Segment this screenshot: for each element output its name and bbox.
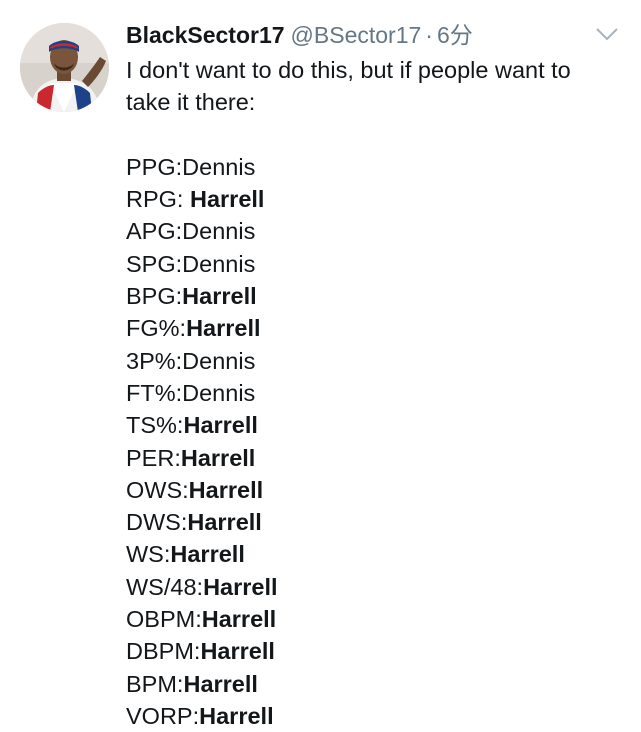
stat-line: BPM:Harrell xyxy=(126,668,621,700)
stat-line: BPG:Harrell xyxy=(126,280,621,312)
stat-value: Harrell xyxy=(183,412,258,439)
stat-line: SPG:Dennis xyxy=(126,248,621,280)
stat-value: Harrell xyxy=(182,283,257,310)
stat-value: Dennis xyxy=(182,218,256,245)
tweet: BlackSector17 @BSector17 · 6分 I don't want … xyxy=(0,0,641,729)
stat-value: Dennis xyxy=(182,153,256,180)
stat-line: WS:Harrell xyxy=(126,538,621,570)
stat-value: Dennis xyxy=(182,250,256,277)
tweet-header: BlackSector17 @BSector17 · 6分 xyxy=(126,20,473,50)
stat-line: PER:Harrell xyxy=(126,442,621,474)
stat-label: SPG: xyxy=(126,250,183,277)
stat-value: Harrell xyxy=(189,186,265,213)
user-handle[interactable]: @BSector17 xyxy=(291,22,422,48)
stat-label: FT%: xyxy=(126,379,183,406)
stat-line: OWS:Harrell xyxy=(126,474,621,506)
stat-label: PPG: xyxy=(126,153,183,180)
stat-label: BPM: xyxy=(126,670,184,697)
stat-line: VORP:Harrell xyxy=(126,700,621,732)
avatar[interactable] xyxy=(20,23,109,112)
stat-line: PPG:Dennis xyxy=(126,151,621,183)
more-options-button[interactable] xyxy=(595,26,619,42)
stat-value: Harrell xyxy=(188,476,264,503)
stat-label: WS/48: xyxy=(126,573,204,600)
stat-value: Harrell xyxy=(170,541,245,568)
stat-line: DBPM:Harrell xyxy=(126,635,621,667)
stat-value: Dennis xyxy=(182,347,256,374)
stat-line: RPG: Harrell xyxy=(126,183,621,215)
separator-dot: · xyxy=(425,22,433,48)
stat-label: RPG: xyxy=(126,186,190,213)
stat-value: Harrell xyxy=(203,573,278,600)
tweet-intro: I don't want to do this, but if people w… xyxy=(126,57,571,116)
tweet-text: I don't want to do this, but if people w… xyxy=(126,54,621,732)
stats-list: PPG:Dennis RPG: Harrell APG:Dennis SPG:Denn… xyxy=(126,151,621,732)
display-name[interactable]: BlackSector17 xyxy=(126,22,285,48)
avatar-image xyxy=(20,23,109,112)
stat-label: APG: xyxy=(126,218,183,245)
stat-label: WS: xyxy=(126,541,171,568)
stat-line: APG:Dennis xyxy=(126,215,621,247)
stat-label: 3P%: xyxy=(126,347,183,374)
stat-value: Harrell xyxy=(187,509,262,536)
stat-label: OBPM: xyxy=(126,606,202,633)
stat-line: TS%:Harrell xyxy=(126,409,621,441)
stat-label: TS%: xyxy=(126,412,184,439)
stat-value: Harrell xyxy=(186,315,261,342)
stat-label: OWS: xyxy=(126,476,189,503)
stat-line: OBPM:Harrell xyxy=(126,603,621,635)
chevron-down-icon xyxy=(596,28,618,41)
stat-line: DWS:Harrell xyxy=(126,506,621,538)
stat-label: BPG: xyxy=(126,283,183,310)
stat-value: Harrell xyxy=(199,702,274,729)
timestamp[interactable]: 6分 xyxy=(437,22,473,48)
stat-value: Harrell xyxy=(201,606,277,633)
stat-label: PER: xyxy=(126,444,181,471)
stat-line: FT%:Dennis xyxy=(126,377,621,409)
stat-line: 3P%:Dennis xyxy=(126,345,621,377)
stat-label: FG%: xyxy=(126,315,187,342)
stat-value: Dennis xyxy=(182,379,256,406)
stat-label: VORP: xyxy=(126,702,200,729)
stat-label: DBPM: xyxy=(126,638,201,665)
stat-line: WS/48:Harrell xyxy=(126,571,621,603)
stat-label: DWS: xyxy=(126,509,188,536)
stat-value: Harrell xyxy=(180,444,256,471)
stat-value: Harrell xyxy=(200,638,275,665)
stat-line: FG%:Harrell xyxy=(126,312,621,344)
stat-value: Harrell xyxy=(183,670,258,697)
